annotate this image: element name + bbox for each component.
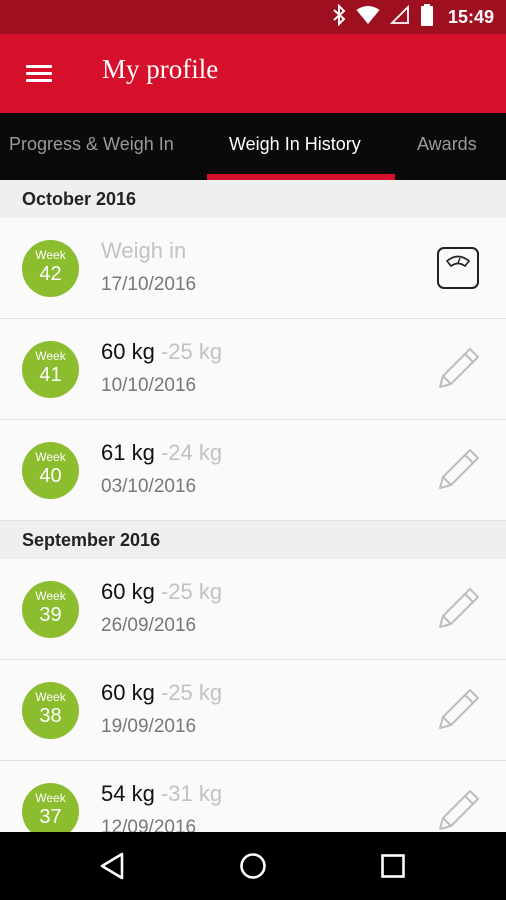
weight-change: -25 kg: [160, 680, 223, 705]
bluetooth-icon: [332, 3, 346, 31]
back-icon[interactable]: [93, 846, 133, 886]
recents-icon[interactable]: [373, 846, 413, 886]
week-badge: Week 37: [22, 783, 79, 832]
week-badge: Week 41: [22, 341, 79, 398]
list-item[interactable]: Week 38 60 kg -25 kg 19/09/2016: [0, 660, 506, 761]
status-icons: 15:49: [332, 0, 494, 34]
tab-weigh-in-history[interactable]: Weigh In History: [229, 113, 361, 180]
weight-change: -31 kg: [160, 781, 223, 806]
weigh-in-date: 03/10/2016: [101, 476, 197, 497]
week-badge-label: Week: [35, 248, 66, 262]
week-badge: Week 42: [22, 240, 79, 297]
weigh-in-prompt: Weigh in: [101, 238, 187, 263]
weigh-in-date: 26/09/2016: [101, 615, 197, 636]
week-badge-label: Week: [35, 690, 66, 704]
week-badge-number: 42: [39, 263, 62, 285]
weight-entry: 60 kg -25 kg: [101, 680, 222, 706]
weight-value: 61 kg: [101, 440, 155, 465]
week-badge: Week 39: [22, 581, 79, 638]
wifi-icon: [356, 5, 380, 30]
weigh-in-date: 19/09/2016: [101, 716, 197, 737]
list-item[interactable]: Week 37 54 kg -31 kg 12/09/2016: [0, 761, 506, 832]
week-badge-label: Week: [35, 349, 66, 363]
weight-entry: 61 kg -24 kg: [101, 440, 222, 466]
list-item[interactable]: Week 40 61 kg -24 kg 03/10/2016: [0, 420, 506, 521]
edit-pencil-icon[interactable]: [434, 585, 482, 633]
home-icon[interactable]: [233, 846, 273, 886]
list-item[interactable]: Week 41 60 kg -25 kg 10/10/2016: [0, 319, 506, 420]
section-header-label: September 2016: [22, 530, 161, 550]
weight-value: 60 kg: [101, 579, 155, 604]
tab-awards[interactable]: Awards: [417, 113, 477, 180]
scale-icon[interactable]: [434, 244, 482, 292]
hamburger-menu-icon[interactable]: [20, 58, 58, 90]
list-item[interactable]: Week 39 60 kg -25 kg 26/09/2016: [0, 559, 506, 660]
week-badge-number: 41: [39, 364, 62, 386]
edit-pencil-icon[interactable]: [434, 345, 482, 393]
week-badge-label: Week: [35, 589, 66, 603]
weight-change: -25 kg: [160, 579, 223, 604]
weight-change: -24 kg: [160, 440, 223, 465]
weigh-in-history-list[interactable]: October 2016 Week 42 Weigh in 17/10/2016…: [0, 180, 506, 832]
week-badge-number: 37: [39, 806, 62, 828]
weigh-in-date: 12/09/2016: [101, 817, 197, 832]
week-badge-number: 39: [39, 604, 62, 626]
week-badge-label: Week: [35, 791, 66, 805]
edit-pencil-icon[interactable]: [434, 446, 482, 494]
weigh-in-date: 10/10/2016: [101, 375, 197, 396]
week-badge-number: 38: [39, 705, 62, 727]
status-bar: 15:49: [0, 0, 506, 34]
week-badge-label: Week: [35, 450, 66, 464]
navigation-bar: [0, 832, 506, 900]
weigh-in-date: 17/10/2016: [101, 274, 197, 295]
edit-pencil-icon[interactable]: [434, 787, 482, 832]
status-time: 15:49: [447, 6, 494, 27]
battery-icon: [420, 3, 434, 31]
tab-bar: Progress & Weigh In Weigh In History Awa…: [0, 113, 506, 180]
weight-entry: 60 kg -25 kg: [101, 579, 222, 605]
week-badge: Week 38: [22, 682, 79, 739]
section-header: September 2016: [0, 521, 506, 559]
weight-entry: 60 kg -25 kg: [101, 339, 222, 365]
page-title: My profile: [102, 54, 219, 84]
section-header-label: October 2016: [22, 189, 137, 209]
edit-pencil-icon[interactable]: [434, 686, 482, 734]
tab-progress-weigh-in[interactable]: Progress & Weigh In: [9, 113, 174, 180]
weight-value: 54 kg: [101, 781, 155, 806]
weight-change: -25 kg: [160, 339, 223, 364]
app-bar: My profile: [0, 34, 506, 113]
section-header: October 2016: [0, 180, 506, 218]
weight-value: 60 kg: [101, 339, 155, 364]
week-badge-number: 40: [39, 465, 62, 487]
signal-icon: [389, 4, 410, 30]
week-badge: Week 40: [22, 442, 79, 499]
list-item[interactable]: Week 42 Weigh in 17/10/2016: [0, 218, 506, 319]
weight-entry: 54 kg -31 kg: [101, 781, 222, 807]
weight-value: 60 kg: [101, 680, 155, 705]
